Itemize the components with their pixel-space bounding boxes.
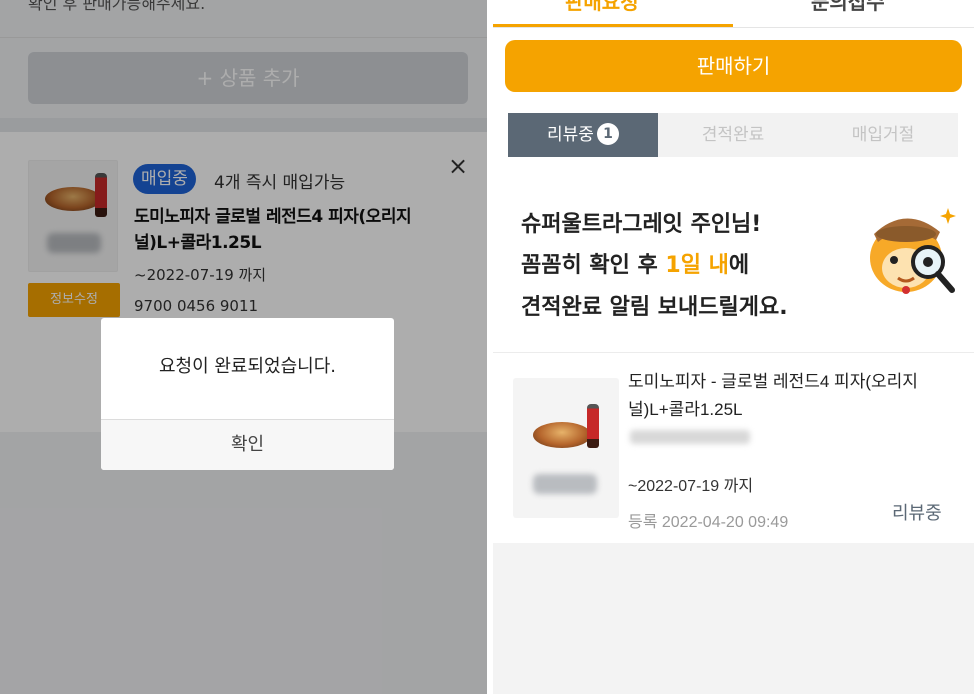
mascot-detective-icon [870, 208, 956, 294]
blurred-code [630, 430, 750, 444]
count-badge: 1 [596, 123, 619, 145]
pizza-image [533, 422, 591, 448]
tab-bar: 판매요청 문의접수 [493, 0, 974, 28]
sparkle-icon [940, 208, 956, 224]
mascot-eye-magnified [923, 257, 933, 267]
mascot-eye [890, 256, 898, 264]
request-expiry: ~2022-07-19 까지 [628, 478, 754, 495]
filter-quote-done[interactable]: 견적완료 [658, 113, 808, 157]
request-thumbnail [513, 378, 619, 518]
tab-sell-request[interactable]: 판매요청 [565, 0, 639, 15]
cola-image [587, 404, 599, 448]
mascot-bowtie [902, 286, 910, 294]
sell-button[interactable]: 판매하기 [505, 40, 962, 92]
banner-line-3: 견적완료 알림 보내드릴게요. [521, 295, 788, 320]
left-panel: 확인 후 판매가능해주세요. + 상품 추가 정보수정 매입중 4개 즉시 매입… [0, 0, 487, 694]
request-title: 도미노피자 - 글로벌 레전드4 피자(오리지널)L+콜라1.25L [628, 372, 918, 419]
blurred-label [533, 474, 597, 494]
mascot-hat-brim [876, 226, 936, 242]
banner-line-1: 슈퍼울트라그레잇 주인님! [521, 212, 762, 237]
tab-inquiry[interactable]: 문의접수 [811, 0, 885, 15]
alert-dialog: 요청이 완료되었습니다. 확인 [101, 318, 394, 470]
banner-line-2-post: 에 [728, 253, 750, 278]
filter-reviewing-label: 리뷰중 [547, 125, 594, 145]
request-status: 리뷰중 [892, 503, 942, 524]
banner-line-2-pre: 꼼꼼히 확인 후 [521, 253, 666, 278]
dialog-confirm-button[interactable]: 확인 [101, 420, 394, 470]
status-filter-group: 리뷰중 1 견적완료 매입거절 [508, 113, 958, 157]
magnifier-handle [935, 271, 955, 293]
banner-highlight: 1일 내 [665, 253, 729, 278]
dialog-message: 요청이 완료되었습니다. [158, 356, 337, 377]
filter-rejected[interactable]: 매입거절 [808, 113, 958, 157]
banner-line-2: 꼼꼼히 확인 후 1일 내에 [521, 247, 749, 279]
request-registered-date: 등록 2022-04-20 09:49 [628, 514, 789, 531]
filter-reviewing[interactable]: 리뷰중 1 [508, 113, 658, 157]
